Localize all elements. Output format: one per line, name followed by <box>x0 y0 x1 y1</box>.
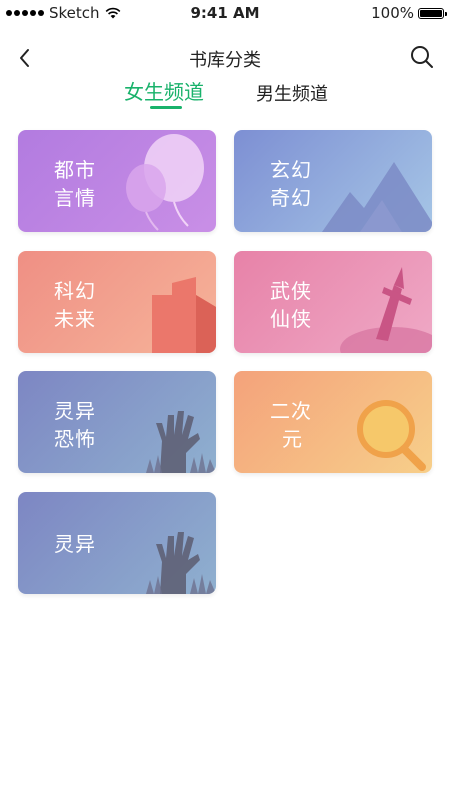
battery-icon <box>418 7 447 19</box>
category-label-line1: 都市 <box>54 158 96 182</box>
page-title: 书库分类 <box>189 50 261 71</box>
status-bar: Sketch 9:41 AM 100% <box>0 0 450 26</box>
category-card-horror[interactable]: 灵异 恐怖 <box>18 371 216 473</box>
category-label-line2: 元 <box>282 427 303 451</box>
category-label-line1: 二次 <box>270 399 312 423</box>
category-label-line2: 言情 <box>54 186 96 210</box>
tab-male-channel[interactable]: 男生频道 <box>256 80 328 106</box>
category-card-fantasy[interactable]: 玄幻 奇幻 <box>234 130 432 232</box>
category-label-line2: 仙侠 <box>270 307 312 331</box>
navigation-bar: 书库分类 <box>0 40 450 76</box>
category-label-line1: 武侠 <box>270 279 312 303</box>
status-right: 100% <box>371 4 447 22</box>
category-label-line1: 灵异 <box>54 399 96 423</box>
category-label-line2: 未来 <box>54 307 96 331</box>
active-tab-indicator <box>150 106 182 109</box>
building-icon <box>152 277 216 353</box>
category-label: 都市 言情 <box>54 156 144 212</box>
category-label-line2: 奇幻 <box>270 186 312 210</box>
category-card-urban-romance[interactable]: 都市 言情 <box>18 130 216 232</box>
category-label: 灵异 恐怖 <box>54 397 144 453</box>
category-label: 灵异 <box>54 530 144 558</box>
category-card-wuxia[interactable]: 武侠 仙侠 <box>234 251 432 353</box>
category-label-line2: 恐怖 <box>54 427 96 451</box>
zombie-hand-icon <box>146 411 216 473</box>
tab-female-channel[interactable]: 女生频道 <box>124 76 204 105</box>
category-label-line1: 玄幻 <box>270 158 312 182</box>
category-card-supernatural[interactable]: 灵异 <box>18 492 216 594</box>
category-label-line1: 科幻 <box>54 279 96 303</box>
category-card-scifi[interactable]: 科幻 未来 <box>18 251 216 353</box>
category-card-anime[interactable]: 二次 元 <box>234 371 432 473</box>
channel-tabs: 女生频道 男生频道 <box>0 76 450 110</box>
category-label: 武侠 仙侠 <box>270 277 360 333</box>
search-icon[interactable] <box>408 43 436 71</box>
category-label: 二次 元 <box>270 397 360 453</box>
magnifier-icon <box>357 400 426 471</box>
battery-percent: 100% <box>371 4 414 22</box>
category-label: 玄幻 奇幻 <box>270 156 360 212</box>
zombie-hand-icon <box>146 532 216 594</box>
category-label-line1: 灵异 <box>54 532 96 556</box>
category-label: 科幻 未来 <box>54 277 144 333</box>
